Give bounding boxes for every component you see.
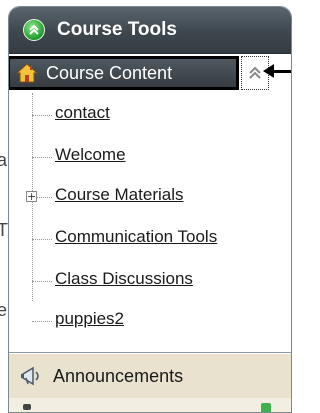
tree-link-puppies2[interactable]: puppies2: [55, 309, 124, 329]
course-tools-panel: Course Tools Course Content contact Welc…: [8, 6, 292, 413]
double-chevron-up-icon: [249, 66, 261, 79]
home-icon: [16, 63, 38, 83]
tree-link-class-discussions[interactable]: Class Discussions: [55, 269, 193, 289]
panel-title: Course Tools: [57, 19, 177, 40]
status-icon: [261, 403, 271, 412]
announcements-label: Announcements: [53, 365, 184, 386]
arrow-left-icon: [263, 64, 291, 78]
background-page-edge: a T e: [0, 150, 8, 320]
plus-icon[interactable]: +: [26, 191, 37, 202]
tree-link-contact[interactable]: contact: [55, 103, 110, 123]
tree-link-communication-tools[interactable]: Communication Tools: [55, 227, 217, 247]
tool-item-announcements[interactable]: Announcements: [9, 353, 291, 399]
tool-item-next[interactable]: [9, 398, 291, 412]
course-content-tree: contact Welcome + Course Materials Commu…: [9, 93, 279, 328]
tree-item-communication-tools: Communication Tools: [9, 217, 279, 257]
tree-item-puppies2: puppies2: [9, 299, 279, 339]
course-content-row: Course Content: [9, 54, 291, 94]
course-content-button[interactable]: Course Content: [9, 56, 239, 90]
tree-link-course-materials[interactable]: Course Materials: [55, 185, 184, 205]
panel-header[interactable]: Course Tools: [9, 7, 291, 54]
megaphone-icon: [21, 366, 39, 386]
tree-item-contact: contact: [9, 93, 279, 133]
double-chevron-up-icon[interactable]: [23, 19, 45, 41]
tree-item-class-discussions: Class Discussions: [9, 259, 279, 299]
tool-icon: [23, 404, 31, 410]
tree-item-course-materials: + Course Materials: [9, 175, 279, 215]
tree-item-welcome: Welcome: [9, 135, 279, 175]
tree-link-welcome[interactable]: Welcome: [55, 145, 126, 165]
course-content-label: Course Content: [46, 62, 173, 83]
